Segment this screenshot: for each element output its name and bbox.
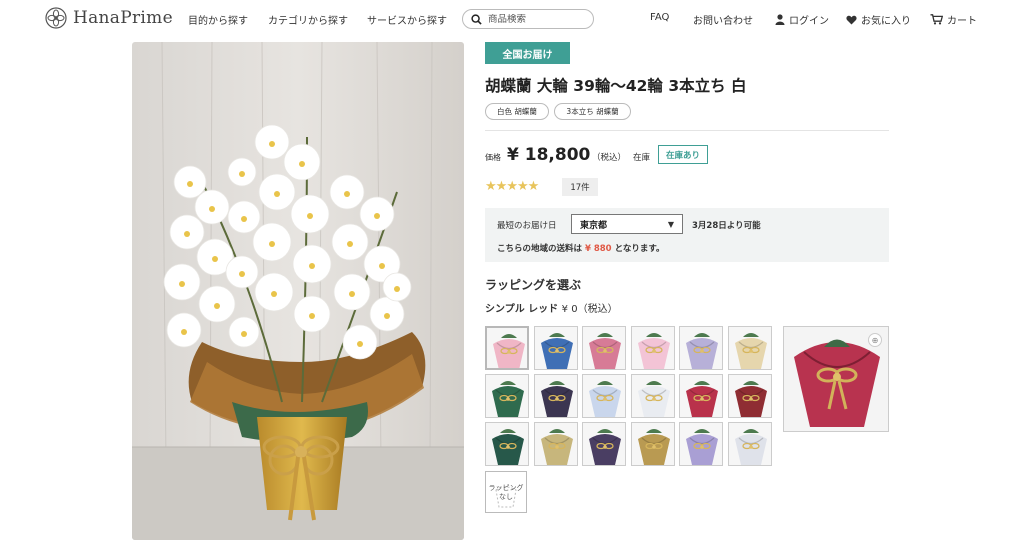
- wrapping-swatch-blue[interactable]: [534, 326, 578, 370]
- favorites-label: お気に入り: [861, 16, 911, 27]
- delivery-available-date: 3月28日より可能: [692, 221, 761, 231]
- wrapped-pot-thumbnail: [729, 423, 771, 465]
- product-image[interactable]: [132, 42, 464, 540]
- wrapped-pot-thumbnail: [632, 423, 674, 465]
- wrapped-pot-thumbnail: [680, 375, 722, 417]
- wrapping-swatch-light-pink[interactable]: [631, 326, 675, 370]
- logo[interactable]: HanaPrime: [45, 7, 173, 29]
- wrapping-heading: ラッピングを選ぶ: [485, 278, 582, 292]
- faq-label: FAQ: [650, 12, 670, 23]
- site-header: HanaPrime 目的から探す カテゴリから探す サービスから探す FAQ お…: [0, 0, 1024, 38]
- selected-wrapping: シンプル レッド ¥ 0（税込）: [485, 300, 618, 315]
- wrapped-pot-thumbnail: [632, 327, 674, 369]
- wrapping-preview-image[interactable]: ⊕: [783, 326, 889, 432]
- nationwide-delivery-badge: 全国お届け: [485, 42, 570, 64]
- wrapping-swatch-navy-gold[interactable]: [534, 374, 578, 418]
- wrapped-pot-thumbnail: [729, 327, 771, 369]
- wrapped-pot-thumbnail: [729, 375, 771, 417]
- no-wrapping-option[interactable]: ラッピング なし: [485, 471, 527, 513]
- fee-prefix: こちらの地域の送料は: [497, 244, 583, 254]
- no-wrapping-label: ラッピング なし: [486, 484, 526, 502]
- product-title: 胡蝶蘭 大輪 39輪〜42輪 3本立ち 白: [485, 77, 747, 95]
- wrapping-swatch-pink[interactable]: [485, 326, 529, 370]
- favorites-link[interactable]: お気に入り: [846, 12, 911, 27]
- wrapping-swatch-red[interactable]: [679, 374, 723, 418]
- no-wrapping-label-line1: ラッピング: [488, 484, 524, 492]
- divider: [485, 130, 889, 131]
- stock-label: 在庫: [633, 153, 651, 163]
- wrapped-pot-thumbnail: [535, 423, 577, 465]
- review-count[interactable]: 17件: [562, 178, 598, 196]
- nav-service[interactable]: サービスから探す: [367, 12, 447, 27]
- stock-status-badge: 在庫あり: [658, 145, 708, 164]
- wrapped-pot-thumbnail: [632, 375, 674, 417]
- caret-down-icon: ▼: [667, 220, 674, 229]
- wrapped-pot-thumbnail: [583, 423, 625, 465]
- wrapping-swatch-dark-red[interactable]: [728, 374, 772, 418]
- search-icon[interactable]: [471, 13, 482, 25]
- faq-link[interactable]: FAQ: [650, 12, 669, 23]
- wrapping-swatch-cream[interactable]: [728, 326, 772, 370]
- nav-purpose[interactable]: 目的から探す: [188, 12, 248, 27]
- wrapping-swatch-white-blue[interactable]: [582, 374, 626, 418]
- tag-three-stem-orchid[interactable]: 3本立ち 胡蝶蘭: [554, 103, 631, 120]
- star-icon: ★: [485, 179, 497, 194]
- search-box[interactable]: [462, 9, 594, 29]
- wrapped-pot-thumbnail: [535, 375, 577, 417]
- wrapping-swatch-lavender[interactable]: [679, 326, 723, 370]
- wrapped-pot-thumbnail: [486, 375, 528, 417]
- flower-logo-icon: [45, 7, 67, 29]
- no-wrapping-label-line2: なし: [499, 493, 513, 501]
- brand-name: HanaPrime: [73, 8, 173, 28]
- wrapping-swatch-silver[interactable]: [728, 422, 772, 466]
- wrapped-pot-thumbnail: [583, 327, 625, 369]
- heart-icon: [846, 15, 857, 25]
- login-label: ログイン: [789, 16, 829, 27]
- contact-label: お問い合わせ: [693, 16, 753, 27]
- wrapping-swatch-gold[interactable]: [631, 422, 675, 466]
- tax-note: （税込）: [592, 153, 627, 163]
- wrapping-swatch-gold-stripe[interactable]: [534, 422, 578, 466]
- selected-wrapping-name: シンプル レッド: [485, 304, 559, 315]
- shipping-fee: ¥ 880: [584, 244, 612, 254]
- star-icon: ★: [495, 179, 508, 194]
- wrapping-swatch-white[interactable]: [631, 374, 675, 418]
- cart-link[interactable]: カート: [930, 12, 977, 27]
- wrapped-pot-thumbnail: [487, 328, 527, 368]
- selected-wrapping-price: ¥ 0（税込）: [561, 304, 618, 315]
- star-icon: ★: [527, 179, 540, 194]
- wrapping-swatch-green[interactable]: [485, 374, 529, 418]
- star-icon: ★: [516, 179, 529, 194]
- price: ¥ 18,800: [507, 145, 591, 165]
- wrapped-pot-thumbnail: [486, 423, 528, 465]
- nav-category[interactable]: カテゴリから探す: [268, 12, 348, 27]
- region-value: 東京都: [580, 220, 608, 231]
- wrapping-swatch-dark-green[interactable]: [485, 422, 529, 466]
- cart-icon: [930, 14, 943, 25]
- rating-stars[interactable]: ★★★★★: [485, 179, 540, 194]
- delivery-date-label: 最短のお届け日: [497, 221, 557, 231]
- wrapped-pot-thumbnail: [680, 327, 722, 369]
- wrapped-pot-thumbnail: [680, 423, 722, 465]
- contact-link[interactable]: お問い合わせ: [693, 12, 753, 27]
- wrapping-swatch-purple-gold[interactable]: [582, 422, 626, 466]
- star-icon: ★: [506, 179, 518, 194]
- region-select[interactable]: 東京都 ▼: [571, 214, 683, 234]
- price-label: 価格: [485, 153, 501, 162]
- wrapped-pot-thumbnail: [535, 327, 577, 369]
- orchid-illustration: [132, 42, 464, 540]
- search-input[interactable]: [488, 13, 588, 25]
- delivery-panel: 最短のお届け日 東京都 ▼ 3月28日より可能 こちらの地域の送料は ¥ 880…: [485, 208, 889, 262]
- login-link[interactable]: ログイン: [775, 12, 829, 27]
- wrapped-pot-thumbnail: [583, 375, 625, 417]
- wrapping-swatch-rose[interactable]: [582, 326, 626, 370]
- zoom-icon[interactable]: ⊕: [868, 333, 882, 347]
- user-icon: [775, 14, 785, 25]
- cart-label: カート: [947, 16, 977, 27]
- tag-white-orchid[interactable]: 白色 胡蝶蘭: [485, 103, 549, 120]
- wrapping-swatch-lilac[interactable]: [679, 422, 723, 466]
- shipping-fee-note: こちらの地域の送料は ¥ 880 となります。: [497, 242, 664, 254]
- fee-suffix: となります。: [614, 244, 665, 254]
